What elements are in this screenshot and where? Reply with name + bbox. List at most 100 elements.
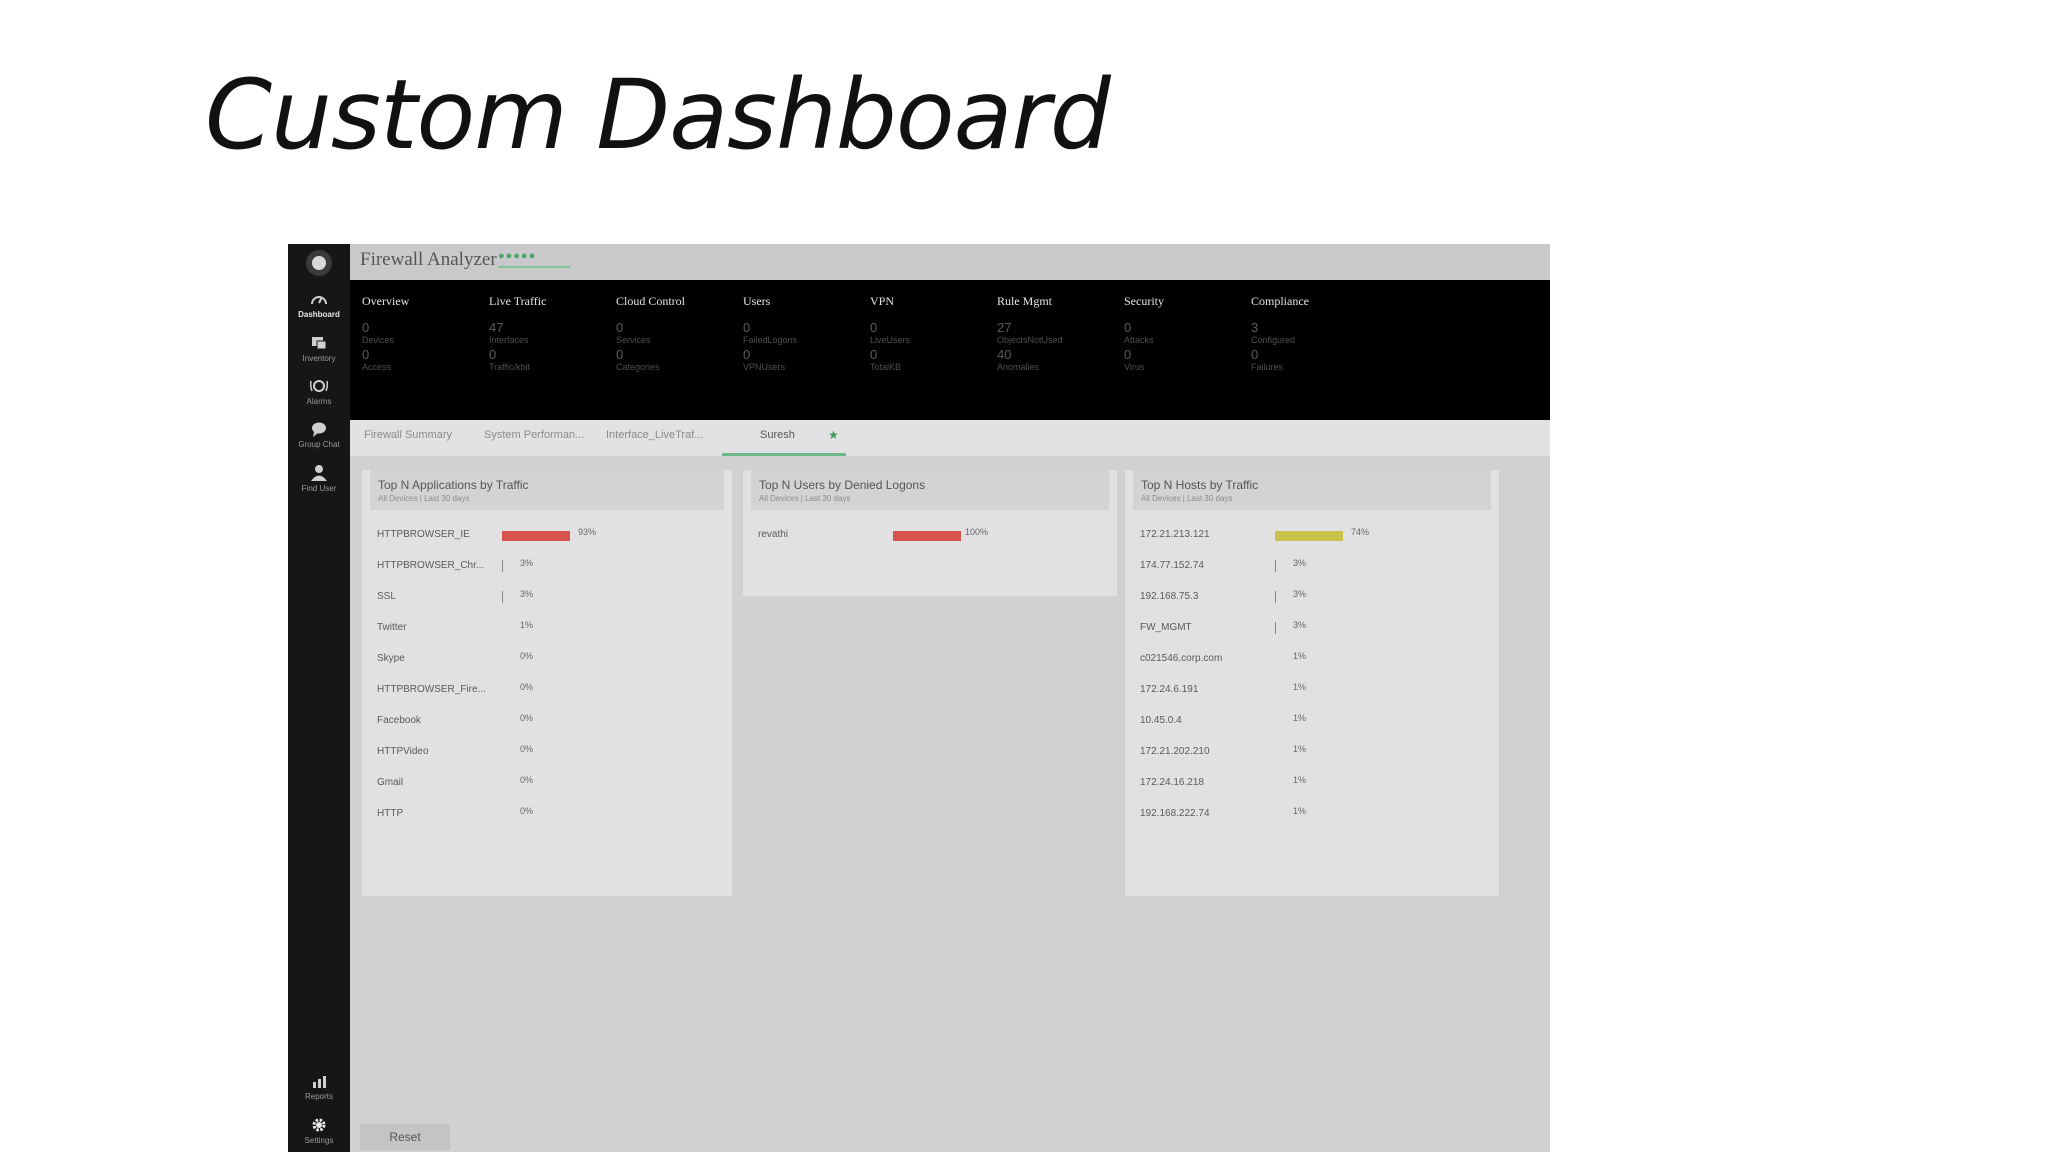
value-bar — [502, 531, 570, 541]
item-name: Skype — [377, 653, 405, 664]
item-name: 192.168.222.74 — [1140, 808, 1210, 819]
item-name: 172.24.16.218 — [1140, 777, 1204, 788]
tab-system-performance[interactable]: System Performan... — [484, 429, 584, 441]
list-item[interactable]: 192.168.222.74 1% — [1125, 805, 1499, 825]
item-name: 10.45.0.4 — [1140, 715, 1182, 726]
value-bar — [1275, 531, 1343, 541]
value-bar — [893, 531, 961, 541]
list-item[interactable]: HTTP 0% — [362, 805, 732, 825]
item-percent: 0% — [520, 775, 534, 785]
item-percent: 0% — [520, 651, 534, 661]
favorite-star-icon[interactable]: ★ — [828, 428, 839, 442]
metric-rule-mgmt[interactable]: Rule Mgmt 27 ObjectsNotUsed 40 Anomalies — [997, 294, 1117, 373]
alarm-icon — [309, 380, 329, 392]
sidebar-item-reports[interactable]: Reports — [288, 1072, 350, 1101]
sidebar-item-dashboard[interactable]: Dashboard — [288, 290, 350, 319]
metric-label: VPNUsers — [743, 362, 786, 372]
tab-firewall-summary[interactable]: Firewall Summary — [364, 429, 452, 441]
list-item[interactable]: HTTPBROWSER_IE 93% — [362, 526, 732, 546]
metric-cloud-control[interactable]: Cloud Control 0 Services 0 Categories — [616, 294, 736, 373]
inventory-icon — [312, 337, 327, 350]
metric-title: Overview — [362, 294, 410, 308]
list-item[interactable]: 10.45.0.4 1% — [1125, 712, 1499, 732]
value-bar — [1275, 591, 1276, 603]
metric-security[interactable]: Security 0 Attacks 0 Virus — [1124, 294, 1244, 373]
item-name: 174.77.152.74 — [1140, 560, 1204, 571]
item-name: SSL — [377, 591, 396, 602]
list-item[interactable]: c021546.corp.com 1% — [1125, 650, 1499, 670]
metric-label: Anomalies — [997, 362, 1040, 372]
tab-suresh[interactable]: Suresh — [760, 429, 795, 441]
item-percent: 1% — [1293, 744, 1307, 754]
list-item[interactable]: SSL 3% — [362, 588, 732, 608]
list-item[interactable]: 172.21.213.121 74% — [1125, 526, 1499, 546]
sidebar-item-inventory[interactable]: Inventory — [288, 334, 350, 363]
widget-header[interactable]: Top N Hosts by Traffic All Devices | Las… — [1133, 470, 1491, 510]
sidebar-item-find-user[interactable]: Find User — [288, 464, 350, 493]
list-item[interactable]: Twitter 1% — [362, 619, 732, 639]
item-percent: 1% — [1293, 806, 1307, 816]
list-item[interactable]: HTTPBROWSER_Fire... 0% — [362, 681, 732, 701]
metric-value: 47 — [489, 320, 504, 335]
list-item[interactable]: 192.168.75.3 3% — [1125, 588, 1499, 608]
sidebar-item-label: Reports — [304, 1092, 333, 1101]
tab-interface-live-traffic[interactable]: Interface_LiveTraf... — [606, 429, 703, 441]
widget-header[interactable]: Top N Applications by Traffic All Device… — [370, 470, 724, 510]
metric-label: Traffic/kbit — [489, 362, 531, 372]
widget-top-applications: Top N Applications by Traffic All Device… — [362, 470, 732, 896]
list-item[interactable]: Skype 0% — [362, 650, 732, 670]
metric-value: 0 — [362, 347, 370, 362]
list-item[interactable]: HTTPVideo 0% — [362, 743, 732, 763]
metric-vpn[interactable]: VPN 0 LiveUsers 0 TotalKB — [870, 294, 990, 373]
header-underline — [498, 266, 570, 268]
value-bar — [502, 591, 503, 603]
item-percent: 3% — [1293, 589, 1307, 599]
list-item[interactable]: 172.24.6.191 1% — [1125, 681, 1499, 701]
user-avatar[interactable] — [306, 250, 332, 276]
value-bar — [1275, 560, 1276, 572]
list-item[interactable]: FW_MGMT 3% — [1125, 619, 1499, 639]
item-name: revathi — [758, 529, 789, 540]
list-item[interactable]: revathi 100% — [743, 526, 1117, 546]
metric-title: Users — [743, 294, 771, 308]
sidebar-item-group-chat[interactable]: Group Chat — [288, 420, 350, 449]
widget-title: Top N Hosts by Traffic — [1141, 478, 1259, 492]
metric-label: Access — [362, 362, 392, 372]
metric-title: Rule Mgmt — [997, 294, 1053, 308]
metric-value: 0 — [870, 347, 878, 362]
list-item[interactable]: 172.21.202.210 1% — [1125, 743, 1499, 763]
item-name: 172.21.202.210 — [1140, 746, 1210, 757]
metric-value: 0 — [489, 347, 497, 362]
metric-title: VPN — [870, 294, 895, 308]
metric-label: ObjectsNotUsed — [997, 335, 1063, 345]
item-name: HTTPBROWSER_IE — [377, 529, 470, 540]
metric-compliance[interactable]: Compliance 3 Configured 0 Failures — [1251, 294, 1371, 373]
metric-live-traffic[interactable]: Live Traffic 47 Interfaces 0 Traffic/kbit — [489, 294, 609, 373]
list-item[interactable]: Gmail 0% — [362, 774, 732, 794]
item-name: HTTP — [377, 808, 404, 819]
list-item[interactable]: HTTPBROWSER_Chr... 3% — [362, 557, 732, 577]
metric-overview[interactable]: Overview 0 Devices 0 Access — [362, 294, 482, 373]
widget-subtitle: All Devices | Last 30 days — [1141, 494, 1233, 503]
widget-header[interactable]: Top N Users by Denied Logons All Devices… — [751, 470, 1109, 510]
app-title: Firewall Analyzer — [360, 249, 497, 270]
sidebar-item-alarms[interactable]: Alarms — [288, 377, 350, 406]
list-item[interactable]: 174.77.152.74 3% — [1125, 557, 1499, 577]
metric-label: Interfaces — [489, 335, 529, 345]
list-item[interactable]: 172.24.16.218 1% — [1125, 774, 1499, 794]
widget-title: Top N Users by Denied Logons — [759, 478, 926, 492]
sidebar-item-label: Settings — [304, 1136, 334, 1145]
metric-value: 0 — [743, 320, 751, 335]
list-item[interactable]: Facebook 0% — [362, 712, 732, 732]
item-name: FW_MGMT — [1140, 622, 1192, 633]
widget-title: Top N Applications by Traffic — [378, 478, 529, 492]
value-bar — [1275, 622, 1276, 634]
item-name: Facebook — [377, 715, 421, 726]
sidebar-item-label: Group Chat — [298, 440, 340, 449]
sidebar-item-settings[interactable]: Settings — [288, 1116, 350, 1145]
metric-value: 3 — [1251, 320, 1259, 335]
reset-button[interactable]: Reset — [360, 1124, 450, 1150]
metric-users[interactable]: Users 0 FailedLogons 0 VPNUsers — [743, 294, 863, 373]
item-name: HTTPBROWSER_Fire... — [377, 684, 486, 695]
rating-stars: ●●●●● — [498, 250, 537, 262]
